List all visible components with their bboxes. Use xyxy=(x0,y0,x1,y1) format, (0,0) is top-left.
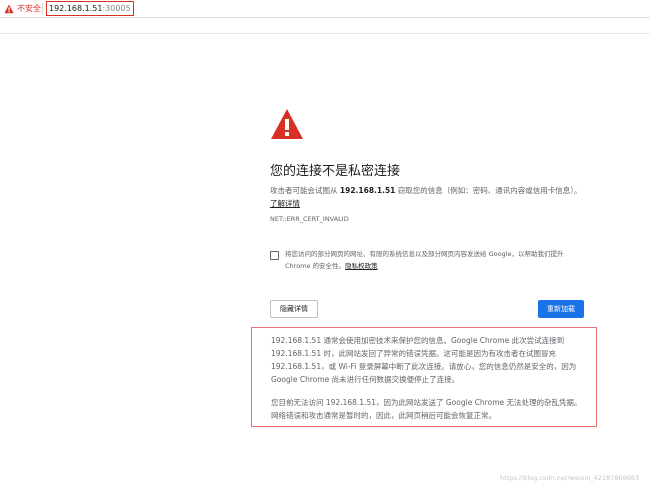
warning-triangle-icon xyxy=(4,4,14,13)
optin-label: 将您访问的部分网页的网址、有限的系统信息以及部分网页内容发送给 Google，以… xyxy=(285,250,564,270)
details-paragraph: 192.168.1.51 通常会使用加密技术来保护您的信息。Google Chr… xyxy=(271,336,577,384)
explanation-text: 攻击者可能会试图从 192.168.1.51 窃取您的信息（例如：密码、通讯内容… xyxy=(270,184,588,210)
extended-reporting-optin: 将您访问的部分网页的网址、有限的系统信息以及部分网页内容发送给 Google，以… xyxy=(270,248,588,272)
reporting-checkbox[interactable] xyxy=(270,251,279,260)
security-indicator[interactable]: 不安全 xyxy=(4,2,41,15)
explanation-after: 窃取您的信息（例如：密码、通讯内容或信用卡信息）。 xyxy=(395,186,582,195)
address-bar: 不安全 192.168.1.51:30005 xyxy=(0,0,650,18)
reload-button[interactable]: 重新加载 xyxy=(538,300,584,318)
details-paragraph: 您目前无法访问 192.168.1.51，因为此网站发送了 Google Chr… xyxy=(271,398,582,420)
details-panel: 192.168.1.51 通常会使用加密技术来保护您的信息。Google Chr… xyxy=(251,327,597,427)
page-title: 您的连接不是私密连接 xyxy=(270,164,401,179)
error-page: 不安全 192.168.1.51:30005 您的连接不是私密连接 攻击者可能会… xyxy=(0,0,650,488)
explanation-before: 攻击者可能会试图从 xyxy=(270,186,340,195)
hide-details-button[interactable]: 隐藏详情 xyxy=(270,300,318,318)
learn-more-link[interactable]: 了解详情 xyxy=(270,199,300,208)
url-field[interactable]: 192.168.1.51:30005 xyxy=(46,1,134,16)
watermark: https://blog.csdn.net/weixin_42187869663 xyxy=(500,474,640,482)
divider xyxy=(0,33,650,34)
not-secure-label: 不安全 xyxy=(17,4,41,13)
error-code: NET::ERR_CERT_INVALID xyxy=(270,215,349,223)
url-host: 192.168.1.51 xyxy=(49,4,103,13)
privacy-policy-link[interactable]: 隐私权政策 xyxy=(345,262,378,270)
divider xyxy=(42,3,43,14)
explanation-host: 192.168.1.51 xyxy=(339,186,396,195)
optin-text: 将您访问的部分网页的网址、有限的系统信息以及部分网页内容发送给 Google，以… xyxy=(285,248,588,272)
url-port: :30005 xyxy=(102,4,131,13)
security-warning-icon xyxy=(271,109,303,139)
